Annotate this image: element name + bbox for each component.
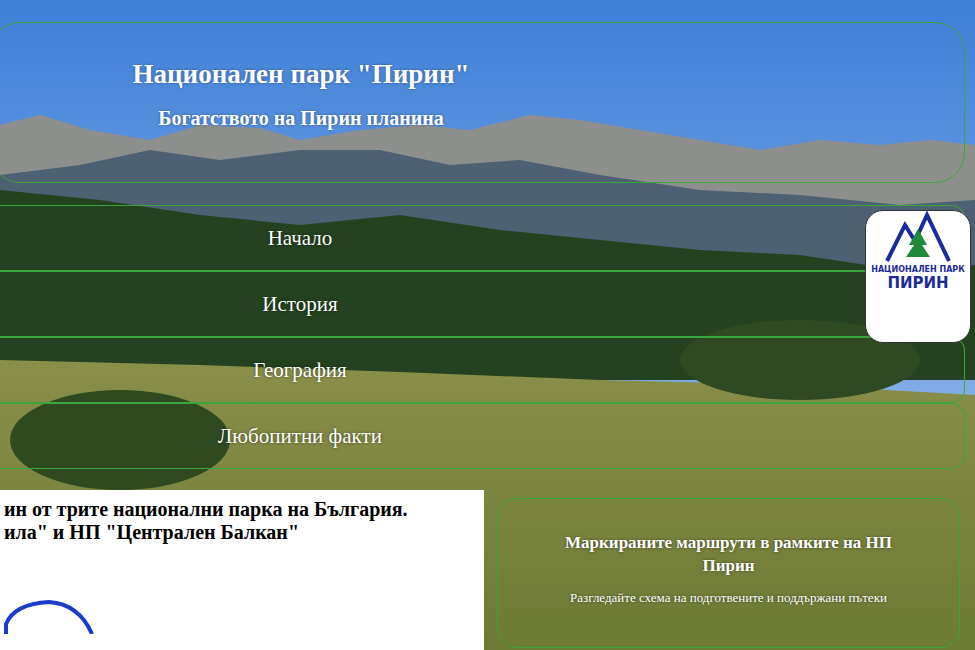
mountain-icon	[883, 211, 953, 263]
site-subtitle: Богатството на Пирин планина	[0, 105, 611, 131]
logo-top-text: НАЦИОНАЛЕН ПАРК	[871, 265, 965, 274]
nav-link[interactable]: Любопитни факти	[0, 424, 600, 449]
intro-panel: ин от трите национални парка на България…	[0, 490, 484, 650]
routes-card[interactable]: Маркираните маршрути в рамките на НП Пир…	[497, 498, 960, 648]
site-title: Национален парк "Пирин"	[0, 57, 611, 91]
routes-title[interactable]: Маркираните маршрути в рамките на НП Пир…	[539, 531, 919, 577]
park-logo[interactable]: НАЦИОНАЛЕН ПАРК ПИРИН	[865, 210, 971, 343]
nav-link[interactable]: География	[0, 358, 600, 383]
nav-item[interactable]: Начало	[0, 205, 965, 271]
nav-link[interactable]: Начало	[0, 226, 600, 251]
intro-line: ила" и НП "Централен Балкан"	[4, 521, 478, 544]
page: Национален парк "Пирин" Богатството на П…	[0, 0, 975, 650]
nav-item[interactable]: Любопитни факти	[0, 403, 965, 469]
logo-bottom-text: ПИРИН	[887, 274, 948, 292]
nav-item[interactable]: История	[0, 271, 965, 337]
routes-description: Разгледайте схема на подготвените и подд…	[528, 589, 929, 606]
main-nav: Начало История География Любопитни факти	[0, 205, 965, 469]
intro-line: ин от трите национални парка на България…	[4, 498, 478, 521]
header: Национален парк "Пирин" Богатството на П…	[0, 22, 965, 183]
park-logo-icon	[4, 584, 114, 634]
nav-item[interactable]: География	[0, 337, 965, 403]
nav-link[interactable]: История	[0, 292, 600, 317]
